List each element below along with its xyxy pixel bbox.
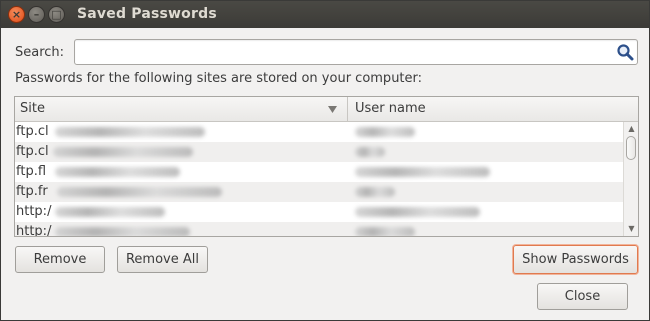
search-label: Search:	[15, 45, 65, 60]
table-row[interactable]: http:/	[15, 202, 623, 222]
table-row[interactable]: http:/	[15, 222, 623, 237]
table-body: ftp.cl ftp.cl ftp.fl ftp.fr http:/ http:…	[15, 122, 623, 237]
site-cell: ftp.fr	[16, 184, 48, 199]
remove-button[interactable]: Remove	[15, 246, 105, 273]
search-field[interactable]	[74, 39, 638, 65]
passwords-table: Site User name ftp.cl ftp.cl ftp.fl ftp.…	[14, 96, 639, 237]
column-separator[interactable]	[347, 97, 348, 122]
redacted-text	[355, 207, 480, 217]
close-button[interactable]: Close	[537, 283, 628, 310]
redacted-text	[55, 127, 205, 137]
window-close-button[interactable]: ×	[8, 6, 25, 23]
scrollbar-thumb[interactable]	[626, 136, 636, 160]
site-cell: ftp.fl	[16, 164, 47, 179]
redacted-text	[355, 187, 395, 197]
vertical-scrollbar[interactable]: ▲ ▼	[623, 122, 638, 236]
show-passwords-button[interactable]: Show Passwords	[513, 245, 638, 274]
window-maximize-button[interactable]: □	[48, 6, 65, 23]
site-cell: ftp.cl	[16, 124, 49, 139]
site-cell: ftp.cl	[16, 144, 49, 159]
redacted-text	[355, 147, 385, 157]
redacted-text	[355, 167, 490, 177]
info-text: Passwords for the following sites are st…	[15, 71, 423, 86]
table-row[interactable]: ftp.cl	[15, 142, 623, 162]
redacted-text	[53, 147, 193, 157]
table-header: Site User name	[15, 97, 638, 122]
table-row[interactable]: ftp.fr	[15, 182, 623, 202]
table-row[interactable]: ftp.fl	[15, 162, 623, 182]
site-cell: http:/	[16, 224, 52, 237]
column-header-site[interactable]: Site	[20, 101, 45, 116]
search-input[interactable]	[79, 43, 609, 61]
redacted-text	[55, 207, 165, 217]
scroll-down-arrow-icon[interactable]: ▼	[626, 224, 637, 234]
scroll-up-arrow-icon[interactable]: ▲	[626, 124, 637, 134]
table-row[interactable]: ftp.cl	[15, 122, 623, 142]
redacted-text	[55, 167, 180, 177]
magnifier-icon[interactable]	[616, 43, 634, 61]
remove-all-button[interactable]: Remove All	[117, 246, 208, 273]
redacted-text	[355, 127, 415, 137]
window-minimize-button[interactable]: –	[28, 6, 45, 23]
redacted-text	[57, 187, 222, 197]
saved-passwords-dialog: × – □ Saved Passwords Search: Passwords …	[0, 0, 650, 321]
sort-descending-icon[interactable]	[328, 106, 337, 113]
site-cell: http:/	[16, 204, 52, 219]
window-title: Saved Passwords	[77, 6, 217, 22]
column-header-username[interactable]: User name	[355, 101, 426, 116]
redacted-text	[355, 227, 415, 236]
redacted-text	[55, 227, 190, 236]
title-bar[interactable]: × – □ Saved Passwords	[1, 1, 649, 28]
